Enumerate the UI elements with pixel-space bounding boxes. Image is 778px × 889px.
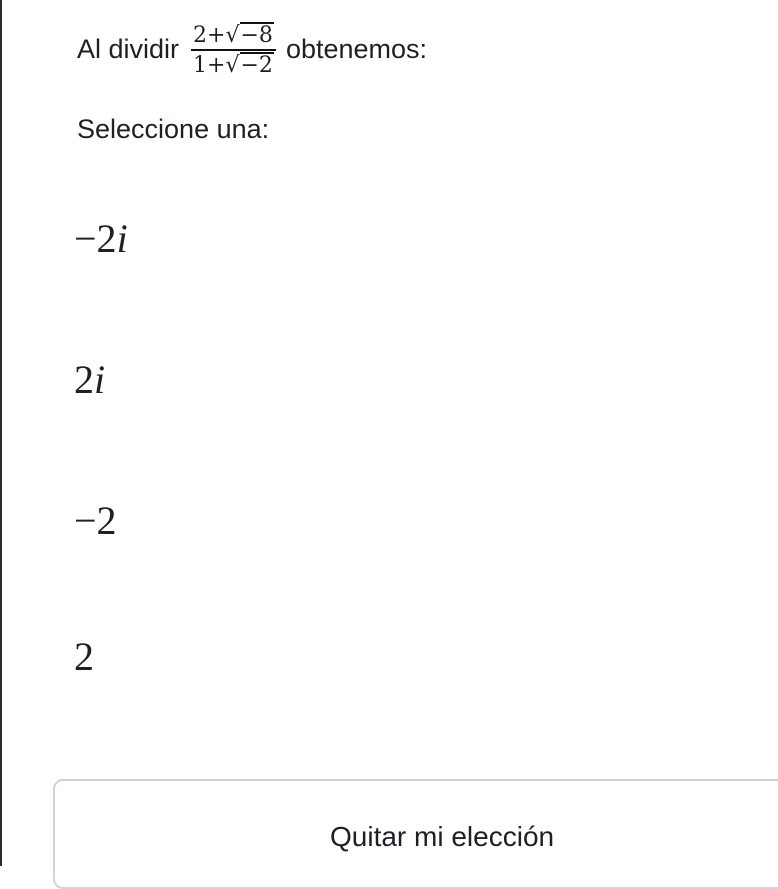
numerator-radicand: −8 — [239, 22, 274, 48]
denominator-radicand: −2 — [239, 52, 274, 79]
denominator-lead: 1+ — [193, 53, 226, 79]
question-text: Al dividir 2+ √ −8 1+ √ −2 obtenemos: — [77, 22, 427, 77]
question-trail-text: obtenemos: — [285, 34, 428, 65]
answer-option-a-label: −2i — [74, 215, 128, 262]
option-d-number: 2 — [74, 634, 94, 679]
option-b-number: 2 — [74, 357, 94, 402]
question-lead-text: Al dividir — [77, 34, 180, 65]
fraction-numerator: 2+ √ −8 — [191, 22, 276, 47]
radical-symbol-icon: √ — [225, 23, 240, 48]
option-b-var: i — [94, 357, 106, 402]
option-a-var: i — [116, 216, 128, 261]
clear-choice-button[interactable]: Quitar mi elección — [53, 779, 778, 889]
answer-option-d-label: 2 — [74, 633, 94, 680]
answer-option-d[interactable]: 2 — [74, 633, 94, 680]
answer-option-a[interactable]: −2i — [74, 215, 128, 262]
numerator-sqrt: √ −8 — [225, 22, 274, 48]
fraction-expression: 2+ √ −8 1+ √ −2 — [191, 22, 276, 77]
left-border — [0, 0, 2, 866]
denominator-sqrt: √ −2 — [225, 52, 274, 79]
option-c-number: −2 — [74, 498, 117, 543]
answer-option-c-label: −2 — [74, 497, 117, 544]
answer-option-b-label: 2i — [74, 356, 105, 403]
numerator-lead: 2+ — [193, 23, 226, 48]
option-a-number: −2 — [74, 216, 117, 261]
clear-choice-label: Quitar mi elección — [330, 821, 555, 852]
answer-option-b[interactable]: 2i — [74, 356, 105, 403]
fraction-bar — [191, 49, 276, 52]
answer-option-c[interactable]: −2 — [74, 497, 117, 544]
fraction-denominator: 1+ √ −2 — [191, 52, 276, 77]
radical-symbol-icon: √ — [225, 53, 240, 79]
select-prompt: Seleccione una: — [77, 114, 270, 144]
